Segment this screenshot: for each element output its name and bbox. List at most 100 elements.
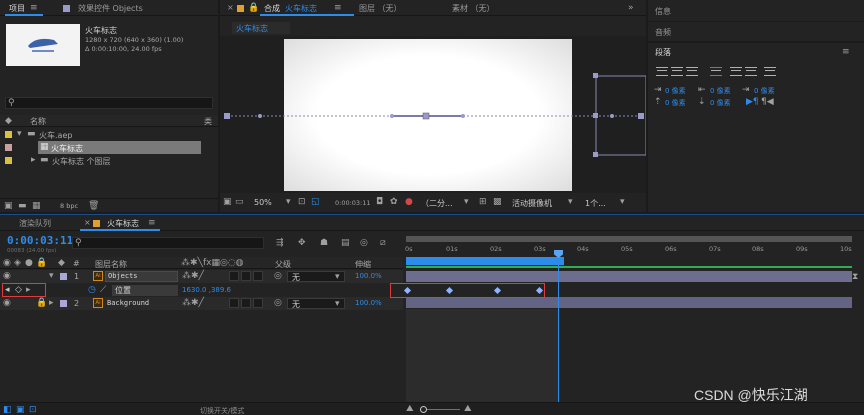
- expand-modes-icon[interactable]: ▣: [16, 405, 25, 415]
- camera-snapshot-icon[interactable]: ◘: [376, 197, 383, 207]
- layer-bar-objects[interactable]: [406, 271, 852, 282]
- layer-switches-icon[interactable]: ⁂✱╱: [182, 271, 204, 281]
- tab-composition-prefix[interactable]: 合成: [264, 3, 280, 14]
- lock-icon[interactable]: 🔒: [248, 3, 259, 13]
- roi-icon[interactable]: ⊞: [479, 197, 487, 207]
- space-after-value[interactable]: 0 像素: [710, 98, 731, 108]
- zoom-select[interactable]: 50%: [254, 198, 272, 207]
- more-icon[interactable]: »: [628, 3, 634, 13]
- tab-layer[interactable]: 图层 （无）: [359, 3, 402, 14]
- align-left-icon[interactable]: [656, 67, 668, 76]
- lock-icon[interactable]: 🔒: [36, 298, 47, 308]
- layer-stretch[interactable]: 100.0%: [355, 272, 382, 280]
- tab-project[interactable]: 项目: [9, 3, 25, 14]
- tab-effect-controls[interactable]: 效果控件 Objects: [78, 3, 143, 14]
- pickwhip-icon[interactable]: ◎: [274, 271, 282, 281]
- graph-icon[interactable]: ⟋: [100, 285, 106, 295]
- tab-audio[interactable]: 音频: [655, 27, 671, 38]
- space-before-value[interactable]: 0 像素: [665, 98, 686, 108]
- list-item[interactable]: ▾ ▬ 火车.aep: [0, 128, 218, 141]
- switch-box[interactable]: [241, 298, 251, 308]
- motion-blur-icon[interactable]: ◎: [360, 238, 368, 248]
- zoom-slider[interactable]: [420, 406, 460, 413]
- column-stretch[interactable]: 伸缩: [355, 259, 371, 270]
- menu-icon[interactable]: ≡: [842, 47, 850, 57]
- current-time[interactable]: 0:00:03:11: [7, 234, 73, 247]
- column-layer-name[interactable]: 图层名称: [95, 259, 127, 270]
- stopwatch-icon[interactable]: ◷: [88, 285, 96, 295]
- switch-box[interactable]: [229, 298, 239, 308]
- shy-layers-icon[interactable]: ☗: [320, 238, 328, 248]
- column-num[interactable]: #: [73, 259, 80, 268]
- comp-timecode[interactable]: 0:00:03:11: [335, 199, 371, 207]
- transparency-grid-icon[interactable]: ▩: [493, 197, 502, 207]
- layer-stretch[interactable]: 100.0%: [355, 299, 382, 307]
- chevron-down-icon[interactable]: ▾: [49, 271, 54, 281]
- lock-icon[interactable]: 🔒: [36, 258, 47, 268]
- indent-left-icon[interactable]: ⇥: [654, 85, 662, 95]
- resolution-select[interactable]: （二分...: [421, 198, 453, 209]
- comp-viewport[interactable]: [220, 36, 646, 193]
- chevron-down-icon[interactable]: ▾: [286, 197, 291, 207]
- tab-render-queue[interactable]: 渲染队列: [19, 218, 51, 229]
- chevron-right-icon[interactable]: ▸: [49, 298, 54, 308]
- space-before-icon[interactable]: ⇡: [654, 97, 662, 107]
- display-icon[interactable]: ▭: [235, 197, 244, 207]
- tab-info[interactable]: 信息: [655, 6, 671, 17]
- layer-row-background[interactable]: ◉ 🔒 ▸ 2 Ai Background ⁂✱╱ ◎ 无 ▾ 100.0%: [0, 297, 403, 310]
- ltr-direction-icon[interactable]: ▶¶: [746, 97, 759, 107]
- indent-right-value[interactable]: 0 像素: [754, 86, 775, 96]
- time-ruler[interactable]: 0s 01s 02s 03s 04s 05s 06s 07s 08s 09s 1…: [404, 245, 864, 257]
- justify-all-icon[interactable]: [764, 67, 776, 76]
- switch-box[interactable]: [229, 271, 239, 281]
- comp-mini-flowchart-icon[interactable]: ⇶: [276, 238, 284, 248]
- work-area-bar[interactable]: [406, 236, 852, 242]
- graph-editor-icon[interactable]: ⧄: [380, 238, 386, 248]
- justify-last-right-icon[interactable]: [745, 67, 757, 76]
- color-channel-icon[interactable]: ●: [405, 197, 413, 207]
- expand-switches-icon[interactable]: ◧: [3, 405, 12, 415]
- switch-box[interactable]: [241, 271, 251, 281]
- new-folder-icon[interactable]: ▬: [18, 201, 27, 211]
- trash-icon[interactable]: 🗑: [88, 201, 99, 211]
- indent-left-value[interactable]: 0 像素: [665, 86, 686, 96]
- tab-footage[interactable]: 素材 （无）: [452, 3, 495, 14]
- toggle-switches-modes[interactable]: 切换开关/模式: [200, 406, 244, 415]
- layer-bar-background[interactable]: [406, 297, 852, 308]
- zoom-in-icon[interactable]: ⛰: [464, 404, 472, 414]
- align-center-icon[interactable]: [671, 67, 683, 76]
- end-marker-icon[interactable]: ⧗: [852, 272, 858, 282]
- close-icon[interactable]: ×: [84, 218, 91, 227]
- menu-icon[interactable]: ≡: [334, 3, 342, 13]
- property-value[interactable]: 1630.0 ,389.6: [182, 286, 231, 294]
- chevron-down-icon[interactable]: ▾: [620, 197, 625, 207]
- justify-last-left-icon[interactable]: [710, 67, 722, 76]
- tab-paragraph[interactable]: 段落: [655, 47, 671, 58]
- show-snapshot-icon[interactable]: ✿: [390, 197, 398, 207]
- fit-icon[interactable]: ⊡: [298, 197, 306, 207]
- chevron-down-icon[interactable]: ▾: [464, 197, 469, 207]
- column-name[interactable]: 名称: [30, 116, 46, 127]
- pickwhip-icon[interactable]: ◎: [274, 298, 282, 308]
- expand-time-icon[interactable]: ⊡: [29, 405, 37, 415]
- list-item-selected[interactable]: ▦ 火车标志: [0, 141, 218, 154]
- interpret-icon[interactable]: ▣: [4, 201, 13, 211]
- video-eye-icon[interactable]: ◉: [3, 258, 11, 268]
- list-item[interactable]: ▸ ▬ 火车标志 个图层: [0, 154, 218, 167]
- label-icon[interactable]: ◆: [58, 258, 65, 268]
- playhead-line[interactable]: [558, 254, 559, 402]
- tab-composition-name[interactable]: 火车标志: [285, 3, 317, 14]
- menu-icon[interactable]: ≡: [148, 218, 156, 228]
- chevron-right-icon[interactable]: ▸: [31, 155, 36, 165]
- timeline-search-input[interactable]: ⚲: [72, 237, 264, 249]
- chevron-down-icon[interactable]: ▾: [568, 197, 573, 207]
- align-right-icon[interactable]: [686, 67, 698, 76]
- switch-box[interactable]: [253, 298, 263, 308]
- parent-select[interactable]: 无 ▾: [287, 298, 345, 309]
- views-select[interactable]: 1个...: [585, 198, 606, 209]
- audio-icon[interactable]: ◈: [14, 258, 21, 268]
- rtl-direction-icon[interactable]: ¶◀: [761, 97, 774, 107]
- layer-name[interactable]: Background: [107, 299, 149, 307]
- label-color-icon[interactable]: [60, 273, 67, 280]
- solo-icon[interactable]: ●: [25, 258, 33, 268]
